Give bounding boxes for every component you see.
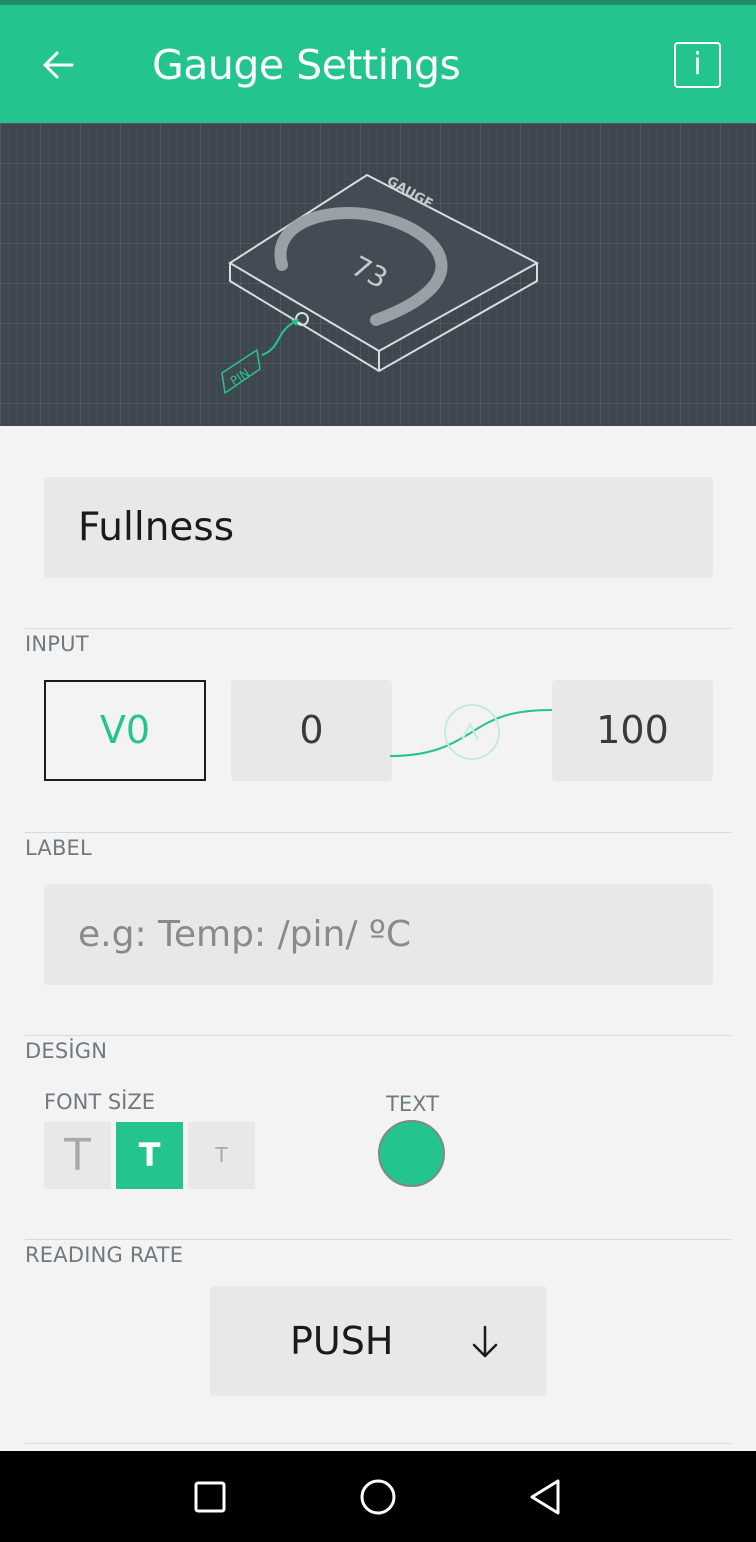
system-nav-bar xyxy=(0,1451,756,1542)
design-section-label: DESİGN xyxy=(25,1039,108,1063)
page-title: Gauge Settings xyxy=(152,41,461,89)
circle-icon xyxy=(360,1479,396,1515)
reading-rate-section-label: READING RATE xyxy=(25,1243,184,1267)
recent-apps-button[interactable] xyxy=(186,1473,234,1521)
font-size-label: FONT SİZE xyxy=(44,1090,155,1114)
label-field[interactable] xyxy=(44,884,713,985)
widget-illustration: 73 GAUGE PIN xyxy=(0,123,756,426)
text-color-picker[interactable] xyxy=(378,1120,445,1187)
reading-rate-dropdown[interactable]: PUSH xyxy=(210,1286,547,1396)
font-size-small-button[interactable]: T xyxy=(188,1122,255,1189)
reading-rate-value: PUSH xyxy=(290,1319,394,1363)
max-value-field[interactable]: 100 xyxy=(552,680,713,781)
back-nav-button[interactable] xyxy=(522,1473,570,1521)
min-value-field[interactable]: 0 xyxy=(231,680,392,781)
font-size-medium-button[interactable]: T xyxy=(116,1122,183,1189)
arrow-down-icon xyxy=(472,1325,498,1358)
divider xyxy=(25,832,731,833)
divider xyxy=(25,1035,731,1036)
label-section-label: LABEL xyxy=(25,836,92,860)
square-icon xyxy=(194,1481,226,1513)
divider xyxy=(25,1443,731,1444)
pin-label-text: PIN xyxy=(228,366,252,389)
pin-selector[interactable]: V0 xyxy=(44,680,206,781)
text-color-label: TEXT xyxy=(386,1092,439,1116)
home-button[interactable] xyxy=(354,1473,402,1521)
app-bar: Gauge Settings i xyxy=(0,5,756,123)
mapping-curve-icon xyxy=(390,704,553,760)
widget-name-field[interactable]: Fullness xyxy=(44,477,713,578)
font-size-large-button[interactable]: T xyxy=(44,1122,111,1189)
arrow-left-icon xyxy=(43,51,74,79)
label-input[interactable] xyxy=(44,884,713,985)
triangle-back-icon xyxy=(530,1479,560,1515)
widget-name-value: Fullness xyxy=(78,505,235,550)
divider xyxy=(25,628,731,629)
divider xyxy=(25,1239,731,1240)
input-section-label: INPUT xyxy=(25,632,89,656)
back-button[interactable] xyxy=(28,35,88,95)
info-button[interactable]: i xyxy=(674,42,721,88)
gauge-widget-drawing: 73 GAUGE PIN xyxy=(221,174,540,395)
